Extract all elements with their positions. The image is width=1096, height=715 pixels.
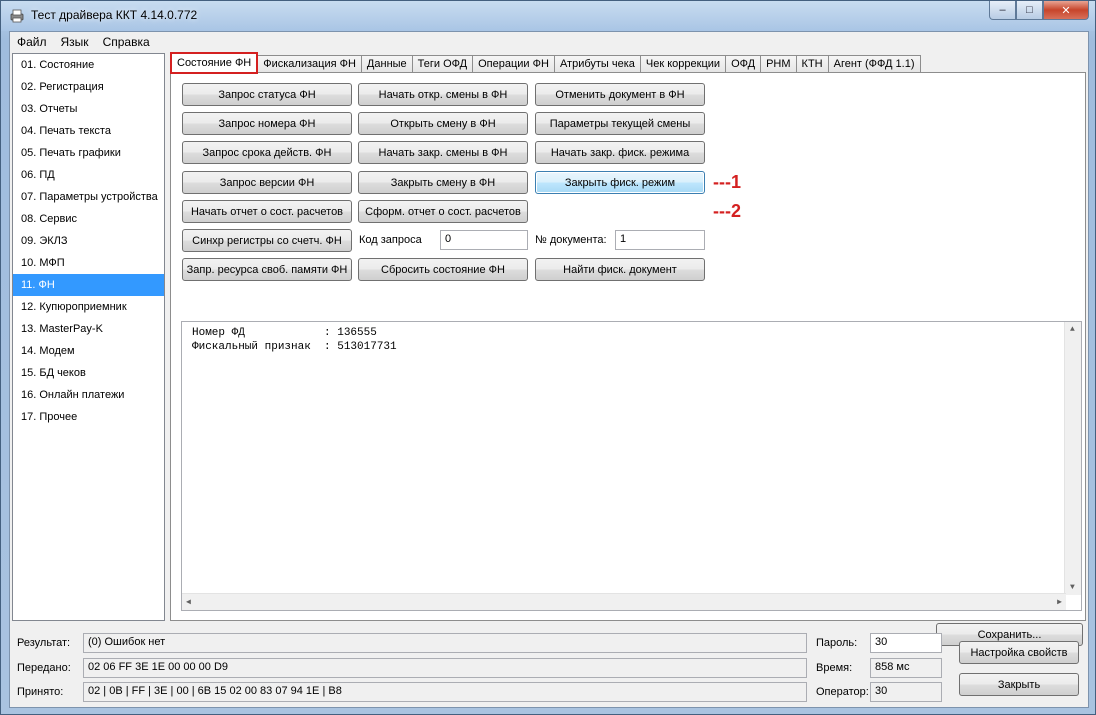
form-calc-report-button[interactable]: Сформ. отчет о сост. расчетов xyxy=(358,200,528,223)
close-shift-button[interactable]: Закрыть смену в ФН xyxy=(358,171,528,194)
sidebar-item-registration[interactable]: 02. Регистрация xyxy=(13,76,164,98)
operator-field: 30 xyxy=(870,682,942,702)
request-fn-validity-button[interactable]: Запрос срока действ. ФН xyxy=(182,141,352,164)
password-input[interactable]: 30 xyxy=(870,633,942,653)
scroll-right-icon[interactable]: ▶ xyxy=(1057,597,1062,607)
tab-ofd[interactable]: ОФД xyxy=(725,55,762,73)
maximize-button[interactable]: □ xyxy=(1016,1,1043,20)
menu-file[interactable]: Файл xyxy=(10,32,54,51)
output-line: Номер ФД : 136555 xyxy=(192,327,377,339)
find-fiscal-document-button[interactable]: Найти фиск. документ xyxy=(535,258,705,281)
sidebar-item-reports[interactable]: 03. Отчеты xyxy=(13,98,164,120)
open-shift-button[interactable]: Открыть смену в ФН xyxy=(358,112,528,135)
scroll-up-icon[interactable]: ▲ xyxy=(1070,325,1075,334)
output-line: Фискальный признак : 513017731 xyxy=(192,341,397,353)
tab-data[interactable]: Данные xyxy=(360,55,413,73)
scroll-down-icon[interactable]: ▼ xyxy=(1070,583,1075,592)
tab-panel: Запрос статуса ФН Запрос номера ФН Запро… xyxy=(170,72,1086,646)
time-label: Время: xyxy=(816,662,853,674)
sidebar-item-mfp[interactable]: 10. МФП xyxy=(13,252,164,274)
close-button[interactable]: Закрыть xyxy=(959,673,1079,696)
sidebar-item-pd[interactable]: 06. ПД xyxy=(13,164,164,186)
menu-bar: Файл Язык Справка xyxy=(10,32,1088,51)
tab-ofd-tags[interactable]: Теги ОФД xyxy=(411,55,474,73)
start-fiscal-close-button[interactable]: Начать закр. фиск. режима xyxy=(535,141,705,164)
horizontal-scrollbar[interactable]: ◀ ▶ xyxy=(182,593,1066,610)
window-controls: – □ ✕ xyxy=(989,1,1089,20)
result-field: (0) Ошибок нет xyxy=(83,633,807,653)
sync-registers-button[interactable]: Синхр регистры со счетч. ФН xyxy=(182,229,352,252)
tab-agent[interactable]: Агент (ФФД 1.1) xyxy=(827,55,921,73)
close-window-button[interactable]: ✕ xyxy=(1043,1,1089,20)
sidebar-item-online-payments[interactable]: 16. Онлайн платежи xyxy=(13,384,164,406)
sidebar-item-masterpay[interactable]: 13. MasterPay-K xyxy=(13,318,164,340)
request-fn-status-button[interactable]: Запрос статуса ФН xyxy=(182,83,352,106)
tab-correction-receipt[interactable]: Чек коррекции xyxy=(639,55,727,73)
sidebar-item-modem[interactable]: 14. Модем xyxy=(13,340,164,362)
client-area: Файл Язык Справка 01. Состояние 02. Реги… xyxy=(9,31,1089,708)
sidebar-item-fn[interactable]: 11. ФН xyxy=(13,274,164,296)
sent-label: Передано: xyxy=(17,662,71,674)
window-title: Тест драйвера ККТ 4.14.0.772 xyxy=(31,8,198,22)
sidebar-item-eklz[interactable]: 09. ЭКЛЗ xyxy=(13,230,164,252)
request-code-input[interactable]: 0 xyxy=(440,230,528,250)
doc-number-label: № документа: xyxy=(535,234,607,246)
scroll-left-icon[interactable]: ◀ xyxy=(186,597,191,607)
sidebar: 01. Состояние 02. Регистрация 03. Отчеты… xyxy=(12,53,165,621)
menu-help[interactable]: Справка xyxy=(96,32,157,51)
result-label: Результат: xyxy=(17,637,71,649)
app-window: Тест драйвера ККТ 4.14.0.772 – □ ✕ Файл … xyxy=(0,0,1096,715)
reset-fn-state-button[interactable]: Сбросить состояние ФН xyxy=(358,258,528,281)
sidebar-item-state[interactable]: 01. Состояние xyxy=(13,54,164,76)
request-free-memory-button[interactable]: Запр. ресурса своб. памяти ФН xyxy=(182,258,352,281)
current-shift-params-button[interactable]: Параметры текущей смены xyxy=(535,112,705,135)
doc-number-input[interactable]: 1 xyxy=(615,230,705,250)
close-fiscal-mode-button[interactable]: Закрыть фиск. режим xyxy=(535,171,705,194)
tab-receipt-attributes[interactable]: Атрибуты чека xyxy=(553,55,641,73)
time-field: 858 мс xyxy=(870,658,942,678)
sidebar-item-receipts-db[interactable]: 15. БД чеков xyxy=(13,362,164,384)
tab-ktn[interactable]: КТН xyxy=(795,55,829,73)
cancel-document-button[interactable]: Отменить документ в ФН xyxy=(535,83,705,106)
request-fn-number-button[interactable]: Запрос номера ФН xyxy=(182,112,352,135)
sidebar-item-bill-acceptor[interactable]: 12. Купюроприемник xyxy=(13,296,164,318)
settings-button[interactable]: Настройка свойств xyxy=(959,641,1079,664)
received-field: 02 | 0B | FF | 3E | 00 | 6B 15 02 00 83 … xyxy=(83,682,807,702)
sidebar-item-print-graphics[interactable]: 05. Печать графики xyxy=(13,142,164,164)
start-shift-close-button[interactable]: Начать закр. смены в ФН xyxy=(358,141,528,164)
sent-field: 02 06 FF 3E 1E 00 00 00 D9 xyxy=(83,658,807,678)
tab-fiscalization[interactable]: Фискализация ФН xyxy=(257,55,362,73)
received-label: Принято: xyxy=(17,686,64,698)
tab-fn-state[interactable]: Состояние ФН xyxy=(170,52,259,74)
vertical-scrollbar[interactable]: ▲ ▼ xyxy=(1064,322,1081,595)
operator-label: Оператор: xyxy=(816,686,869,698)
output-textarea[interactable]: Номер ФД : 136555 Фискальный признак : 5… xyxy=(181,321,1082,611)
sidebar-item-other[interactable]: 17. Прочее xyxy=(13,406,164,428)
tab-fn-operations[interactable]: Операции ФН xyxy=(472,55,555,73)
title-bar[interactable]: Тест драйвера ККТ 4.14.0.772 – □ ✕ xyxy=(1,1,1095,31)
annotation-1: ---1 xyxy=(713,172,741,192)
minimize-button[interactable]: – xyxy=(989,1,1016,20)
annotation-2: ---2 xyxy=(713,201,741,221)
request-code-label: Код запроса xyxy=(359,234,422,246)
tab-rnm[interactable]: РНМ xyxy=(760,55,797,73)
sidebar-item-device-params[interactable]: 07. Параметры устройства xyxy=(13,186,164,208)
sidebar-item-service[interactable]: 08. Сервис xyxy=(13,208,164,230)
request-fn-version-button[interactable]: Запрос версии ФН xyxy=(182,171,352,194)
menu-language[interactable]: Язык xyxy=(54,32,96,51)
start-calc-report-button[interactable]: Начать отчет о сост. расчетов xyxy=(182,200,352,223)
password-label: Пароль: xyxy=(816,637,858,649)
start-shift-open-button[interactable]: Начать откр. смены в ФН xyxy=(358,83,528,106)
printer-icon xyxy=(10,9,24,23)
sidebar-item-print-text[interactable]: 04. Печать текста xyxy=(13,120,164,142)
tab-strip: Состояние ФН Фискализация ФН Данные Теги… xyxy=(170,52,921,74)
